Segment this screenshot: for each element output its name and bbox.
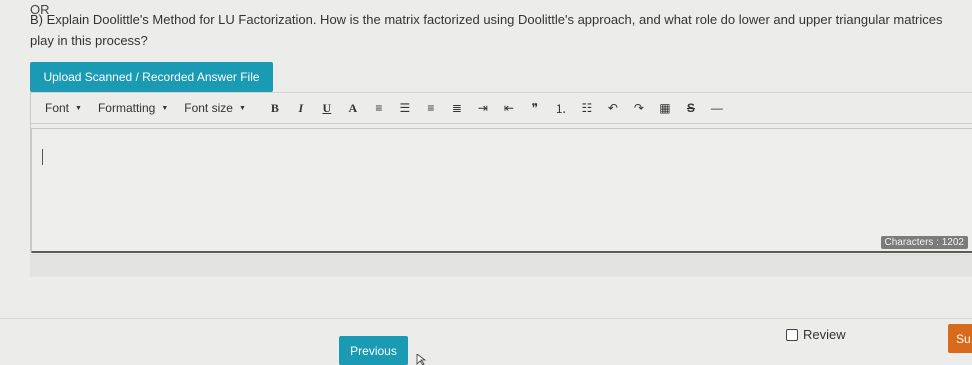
review-label: Review [803,327,846,342]
strikethrough-button[interactable]: S [678,97,704,119]
bold-button[interactable]: B [262,97,288,119]
horizontal-rule-icon[interactable]: — [704,97,730,119]
align-left-icon[interactable]: ≡ [366,97,392,119]
previous-button[interactable]: Previous [339,336,408,365]
justify-icon[interactable]: ≣ [444,97,470,119]
font-color-button[interactable]: A [340,97,366,119]
submit-button[interactable]: Su [948,324,972,353]
font-dropdown[interactable]: Font ▼ [45,101,82,115]
indent-icon[interactable]: ⇥ [470,97,496,119]
caret-down-icon: ▼ [161,104,169,112]
font-size-dropdown-label: Font size [184,101,233,115]
question-text: B) Explain Doolittle's Method for LU Fac… [30,12,943,48]
caret-down-icon: ▼ [238,104,246,112]
undo-icon[interactable]: ↶ [600,97,626,119]
table-icon[interactable]: ▦ [652,97,678,119]
ordered-list-icon[interactable]: ⒈ [548,97,574,119]
underline-button[interactable]: U [314,97,340,119]
font-dropdown-label: Font [45,101,70,115]
redo-icon[interactable]: ↷ [626,97,652,119]
character-count: Characters : 1202 [880,236,968,249]
formatting-dropdown[interactable]: Formatting ▼ [98,101,168,115]
upload-answer-button[interactable]: Upload Scanned / Recorded Answer File [30,62,273,92]
formatting-dropdown-label: Formatting [97,101,156,115]
mouse-pointer-icon [416,354,427,365]
rich-text-editor: Font ▼ Formatting ▼ Font size ▼ B I U A … [30,92,972,253]
blockquote-icon[interactable]: ❞ [522,97,548,119]
editor-panel-footer [30,254,972,277]
text-cursor [42,149,43,165]
answer-textarea[interactable] [31,128,972,253]
editor-toolbar: Font ▼ Formatting ▼ Font size ▼ B I U A … [31,92,972,124]
align-center-icon[interactable]: ☰ [392,97,418,119]
caret-down-icon: ▼ [75,104,82,112]
checkbox-icon [786,328,798,341]
align-right-icon[interactable]: ≡ [418,97,444,119]
review-checkbox[interactable]: Review [786,327,846,342]
font-size-dropdown[interactable]: Font size ▼ [184,101,246,115]
footer-divider [0,318,972,319]
italic-button[interactable]: I [288,97,314,119]
outdent-icon[interactable]: ⇤ [496,97,522,119]
unordered-list-icon[interactable]: ☷ [574,97,600,119]
